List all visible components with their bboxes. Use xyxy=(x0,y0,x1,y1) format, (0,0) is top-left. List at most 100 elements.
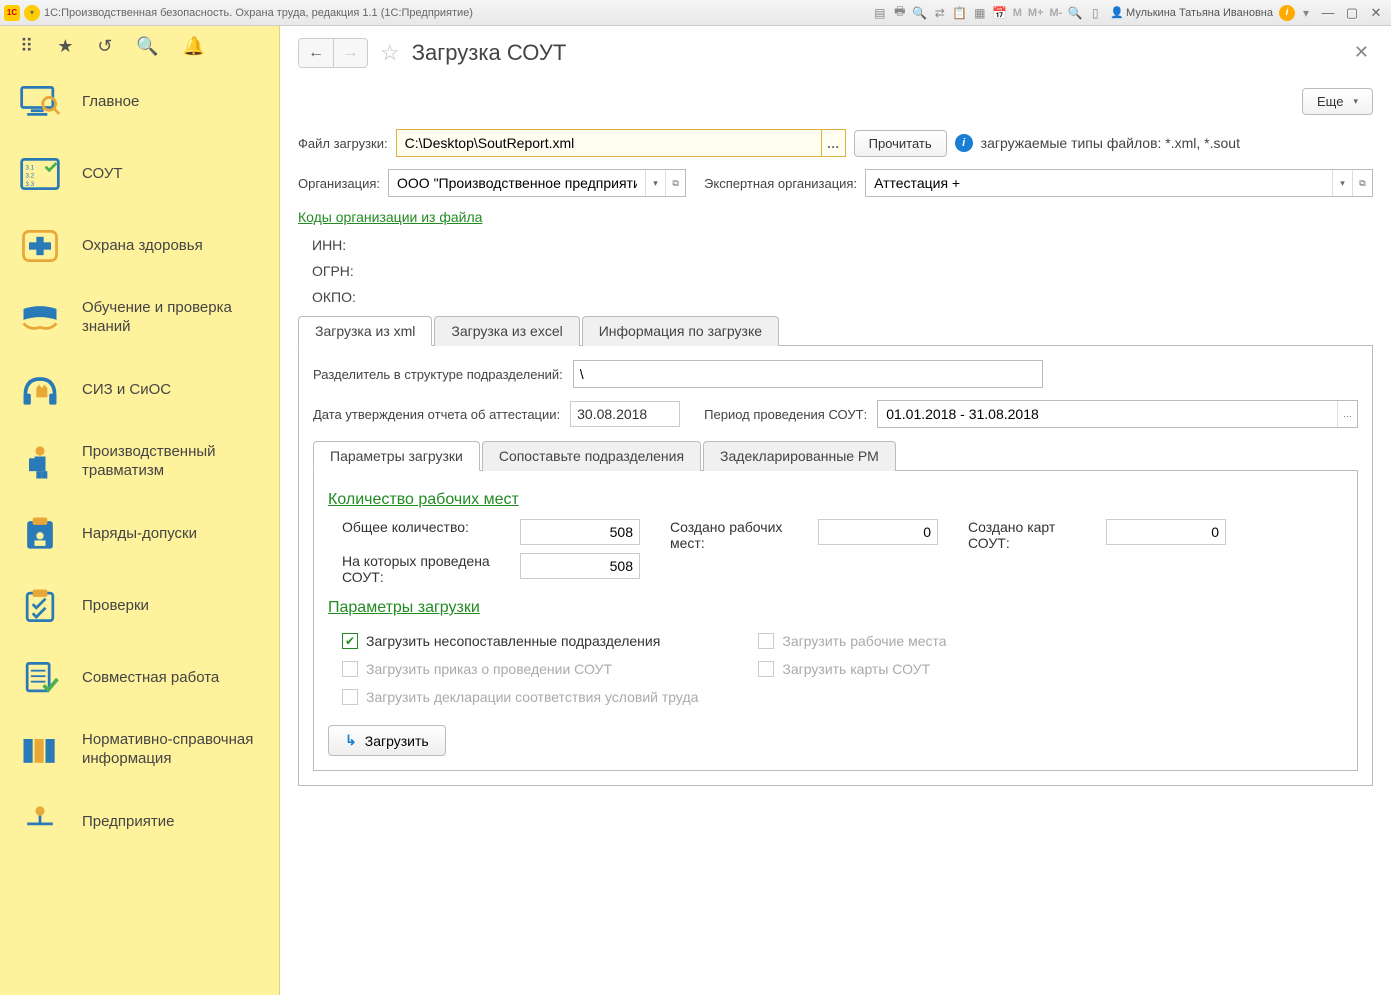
user-name[interactable]: 👤 Мулькина Татьяна Ивановна xyxy=(1110,6,1273,19)
sidebar-item-siz[interactable]: СИЗ и СиОС xyxy=(0,354,279,426)
tab-declared-rm[interactable]: Задекларированные РМ xyxy=(703,441,896,471)
tab-load-xml[interactable]: Загрузка из xml xyxy=(298,316,432,346)
sidebar-item-label: Производственный травматизм xyxy=(82,443,263,481)
sidebar-item-enterprise[interactable]: Предприятие xyxy=(0,786,279,858)
memory-m[interactable]: M xyxy=(1011,7,1024,19)
toolbar-print-icon[interactable]: 🖶 xyxy=(891,4,909,22)
period-input[interactable] xyxy=(878,401,1337,427)
load-button[interactable]: ↳ Загрузить xyxy=(328,725,446,756)
approval-date-value[interactable]: 30.08.2018 xyxy=(570,401,680,427)
org-select[interactable] xyxy=(389,170,645,196)
sidebar-item-label: Главное xyxy=(82,93,139,112)
clipboard-check-icon xyxy=(16,584,64,628)
org-codes-link[interactable]: Коды организации из файла xyxy=(298,209,482,225)
close-page-button[interactable]: ✕ xyxy=(1350,38,1373,67)
titlebar-text: 1С:Производственная безопасность. Охрана… xyxy=(44,7,473,19)
menu-grid-icon[interactable]: ⠿ xyxy=(20,36,33,57)
expert-org-open-button[interactable]: ⧉ xyxy=(1352,170,1372,196)
expert-org-select[interactable] xyxy=(866,170,1332,196)
dropdown-icon[interactable]: ▾ xyxy=(1297,4,1315,22)
info-icon[interactable]: i xyxy=(955,134,973,152)
checklist-icon: 3.13.23.3 xyxy=(16,152,64,196)
memory-mminus[interactable]: M- xyxy=(1048,7,1065,19)
sidebar-item-trauma[interactable]: Производственный травматизм xyxy=(0,426,279,498)
app-menu-dropdown-icon[interactable]: ▾ xyxy=(24,5,40,21)
load-params-title[interactable]: Параметры загрузки xyxy=(328,599,1343,617)
info-icon[interactable]: i xyxy=(1279,5,1295,21)
page-title: Загрузка СОУТ xyxy=(412,40,567,66)
sidebar-item-label: Совместная работа xyxy=(82,669,219,688)
history-icon[interactable]: ↺ xyxy=(97,36,112,57)
sidebar-item-label: Предприятие xyxy=(82,813,174,832)
sout-count-label: На которых проведена СОУТ: xyxy=(342,553,502,585)
sidebar-item-sout[interactable]: 3.13.23.3 СОУТ xyxy=(0,138,279,210)
ogrn-label: ОГРН: xyxy=(312,263,1373,279)
tab-match-depts[interactable]: Сопоставьте подразделения xyxy=(482,441,701,471)
sidebar-item-training[interactable]: Обучение и проверка знаний xyxy=(0,282,279,354)
close-window-button[interactable]: ✕ xyxy=(1365,4,1387,22)
favorite-star-icon[interactable]: ☆ xyxy=(380,40,400,66)
sidebar-item-collab[interactable]: Совместная работа xyxy=(0,642,279,714)
user-icon: 👤 xyxy=(1110,6,1124,19)
file-label: Файл загрузки: xyxy=(298,136,388,151)
separator-label: Разделитель в структуре подразделений: xyxy=(313,367,563,382)
toolbar-calendar-icon[interactable]: 📅 xyxy=(991,4,1009,22)
period-ellipsis-button[interactable]: … xyxy=(1337,401,1357,427)
favorite-star-icon[interactable]: ★ xyxy=(57,36,73,57)
injured-person-icon xyxy=(16,440,64,484)
sidebar-item-checks[interactable]: Проверки xyxy=(0,570,279,642)
titlebar: 1C ▾ 1С:Производственная безопасность. О… xyxy=(0,0,1391,26)
file-browse-button[interactable]: … xyxy=(821,130,845,156)
checkbox-load-declarations xyxy=(342,689,358,705)
tab-load-params[interactable]: Параметры загрузки xyxy=(313,441,480,471)
toolbar-doc-icon[interactable]: ▤ xyxy=(871,4,889,22)
org-label: Организация: xyxy=(298,176,380,191)
maximize-button[interactable]: ▢ xyxy=(1341,4,1363,22)
toolbar-zoom-icon[interactable]: 🔍 xyxy=(1066,4,1084,22)
created-wp-value[interactable] xyxy=(818,519,938,545)
toolbar-clipboard-icon[interactable]: 📋 xyxy=(951,4,969,22)
tab-load-info[interactable]: Информация по загрузке xyxy=(582,316,779,346)
sidebar-item-main[interactable]: Главное xyxy=(0,66,279,138)
created-cards-value[interactable] xyxy=(1106,519,1226,545)
checkbox-load-cards xyxy=(758,661,774,677)
read-button[interactable]: Прочитать xyxy=(854,130,947,157)
sout-count-value[interactable] xyxy=(520,553,640,579)
sidebar-item-health[interactable]: Охрана здоровья xyxy=(0,210,279,282)
sidebar-item-label: Нормативно-справочная информация xyxy=(82,731,263,769)
sidebar-item-label: Наряды-допуски xyxy=(82,525,197,544)
nav-back-button[interactable]: ← xyxy=(299,39,333,67)
okpo-label: ОКПО: xyxy=(312,289,1373,305)
toolbar-calc-icon[interactable]: ▦ xyxy=(971,4,989,22)
toolbar-search-icon[interactable]: 🔍 xyxy=(911,4,929,22)
sidebar-item-permits[interactable]: Наряды-допуски xyxy=(0,498,279,570)
period-label: Период проведения СОУТ: xyxy=(704,407,867,422)
expert-org-dropdown-button[interactable]: ▾ xyxy=(1332,170,1352,196)
sidebar-item-label: Проверки xyxy=(82,597,149,616)
org-open-button[interactable]: ⧉ xyxy=(665,170,685,196)
separator-input[interactable] xyxy=(573,360,1043,388)
svg-text:3.1: 3.1 xyxy=(25,164,34,171)
checkbox-unmatched-depts[interactable] xyxy=(342,633,358,649)
org-dropdown-button[interactable]: ▾ xyxy=(645,170,665,196)
app-logo-icon: 1C xyxy=(4,5,20,21)
more-button[interactable]: Еще xyxy=(1302,88,1373,115)
load-arrow-icon: ↳ xyxy=(345,732,357,749)
file-path-input[interactable] xyxy=(397,130,821,156)
sidebar-item-nsi[interactable]: Нормативно-справочная информация xyxy=(0,714,279,786)
expert-org-label: Экспертная организация: xyxy=(704,176,857,191)
tab-load-excel[interactable]: Загрузка из excel xyxy=(434,316,579,346)
total-count-value[interactable] xyxy=(520,519,640,545)
created-cards-label: Создано карт СОУТ: xyxy=(968,519,1088,551)
nav-forward-button[interactable]: → xyxy=(333,39,367,67)
toolbar-link-icon[interactable]: ⇄ xyxy=(931,4,949,22)
workplace-count-title[interactable]: Количество рабочих мест xyxy=(328,491,1343,509)
minimize-button[interactable]: — xyxy=(1317,4,1339,22)
org-tree-icon xyxy=(16,800,64,844)
clipboard-person-icon xyxy=(16,512,64,556)
bell-icon[interactable]: 🔔 xyxy=(183,36,205,57)
memory-mplus[interactable]: M+ xyxy=(1026,7,1046,19)
search-icon[interactable]: 🔍 xyxy=(136,36,158,57)
created-wp-label: Создано рабочих мест: xyxy=(670,519,800,551)
toolbar-panel-icon[interactable]: ▯ xyxy=(1086,4,1104,22)
